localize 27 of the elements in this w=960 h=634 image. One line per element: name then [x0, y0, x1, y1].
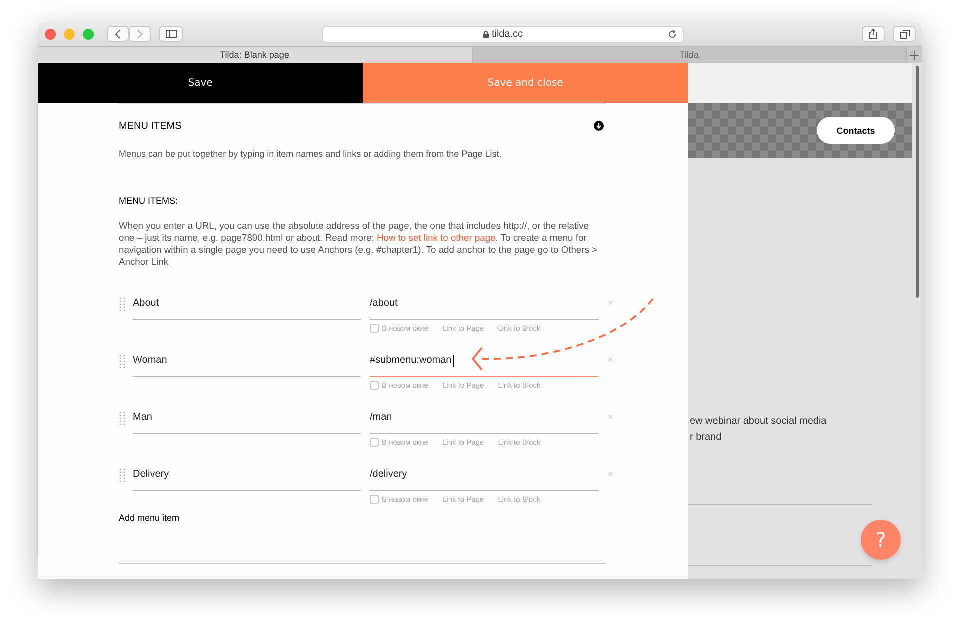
- browser-tab[interactable]: Tilda: [472, 47, 907, 63]
- address-field[interactable]: tilda.cc: [322, 26, 684, 42]
- webinar-text: ew webinar about social media: [690, 416, 828, 428]
- section-subtitle: MENU ITEMS:: [119, 196, 180, 206]
- help-link[interactable]: How to set link to other page: [376, 232, 496, 243]
- item-name-field[interactable]: Delivery: [133, 460, 361, 491]
- help-paragraph: When you enter a URL, you can use the absolute address of the page, the one that includes http://, or the relative one – just its name, e.g. page7890.html or about. Read more: How to set link to other page. To create a menu for navigation within a single page you need to use Anchors (e.g. #chapter1). To add anchor to the page go to Others > Anchor Link: [119, 220, 599, 269]
- remove-button[interactable]: ×: [608, 298, 614, 310]
- item-link-field[interactable]: /about: [370, 288, 599, 320]
- item-name-field[interactable]: Man: [133, 402, 361, 434]
- save-button[interactable]: Save: [38, 63, 363, 103]
- item-link-field[interactable]: #submenu:woman: [370, 346, 599, 377]
- add-menu-item-button[interactable]: Add menu item: [119, 512, 606, 523]
- save-and-close-button[interactable]: Save and close: [363, 63, 688, 103]
- contacts-button[interactable]: Contacts: [817, 117, 895, 144]
- item-name-field[interactable]: About: [133, 288, 361, 320]
- item-link-field[interactable]: /man: [370, 402, 599, 434]
- remove-button[interactable]: ×: [608, 468, 614, 481]
- intro-text: Menus can be put together by typing in item names and links or adding them from the Page List.: [119, 148, 503, 160]
- webinar-text: r brand: [690, 432, 723, 444]
- remove-button[interactable]: ×: [608, 412, 614, 424]
- remove-button[interactable]: ×: [608, 354, 614, 367]
- item-name-field[interactable]: Woman: [133, 346, 361, 377]
- help-button[interactable]: ?: [861, 520, 901, 560]
- section-title: MENU ITEMS: [119, 120, 182, 132]
- item-link-field[interactable]: /delivery: [370, 460, 599, 491]
- browser-tab[interactable]: Tilda: Blank page: [38, 47, 472, 63]
